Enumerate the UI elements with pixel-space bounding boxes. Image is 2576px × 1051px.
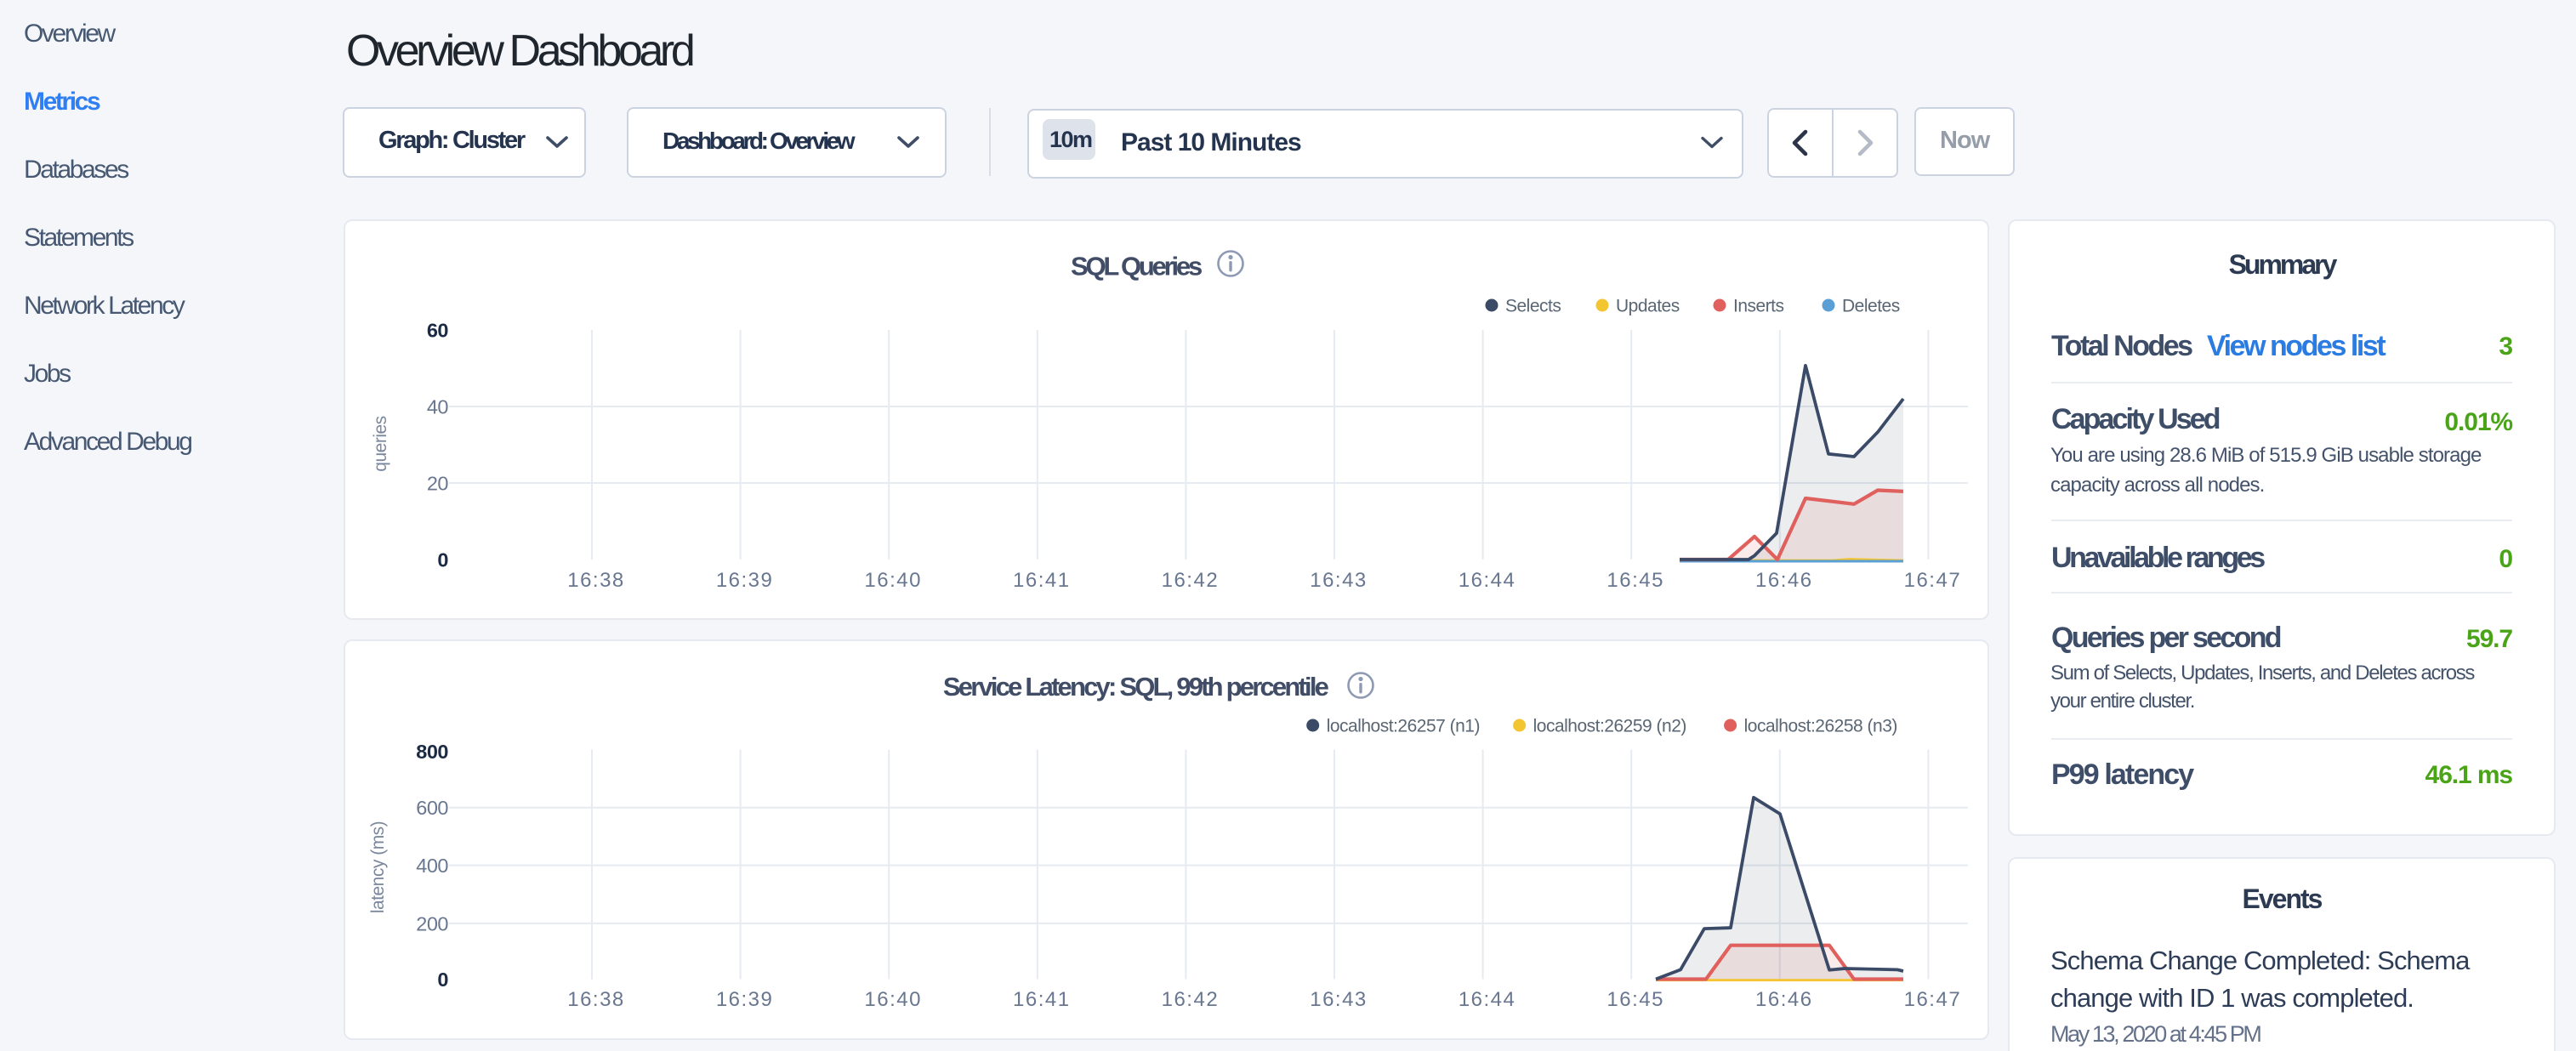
svg-text:Updates: Updates [1616, 297, 1680, 316]
svg-text:16:45: 16:45 [1606, 988, 1664, 1011]
svg-text:Inserts: Inserts [1733, 297, 1784, 316]
svg-text:SQL Queries: SQL Queries [1071, 252, 1202, 281]
svg-text:60: 60 [427, 319, 449, 341]
svg-text:40: 40 [427, 395, 449, 418]
svg-text:16:39: 16:39 [716, 569, 774, 592]
svg-text:16:43: 16:43 [1310, 988, 1368, 1011]
svg-text:16:39: 16:39 [716, 988, 774, 1011]
svg-text:16:41: 16:41 [1013, 569, 1071, 592]
svg-text:200: 200 [416, 912, 448, 935]
svg-text:Selects: Selects [1505, 297, 1561, 316]
svg-text:16:43: 16:43 [1310, 569, 1368, 592]
svg-text:16:44: 16:44 [1459, 569, 1516, 592]
svg-text:Service Latency: SQL, 99th per: Service Latency: SQL, 99th percentile [943, 672, 1329, 702]
svg-text:800: 800 [416, 741, 448, 763]
svg-text:0: 0 [437, 548, 448, 571]
svg-text:16:45: 16:45 [1606, 569, 1664, 592]
svg-text:Deletes: Deletes [1842, 297, 1900, 316]
svg-text:16:46: 16:46 [1755, 988, 1813, 1011]
svg-text:16:40: 16:40 [864, 988, 922, 1011]
svg-text:localhost:26258 (n3): localhost:26258 (n3) [1744, 717, 1897, 736]
svg-text:20: 20 [427, 472, 449, 494]
svg-text:600: 600 [416, 797, 448, 819]
svg-text:16:38: 16:38 [567, 988, 625, 1011]
svg-text:queries: queries [371, 416, 390, 471]
svg-text:16:47: 16:47 [1904, 988, 1962, 1011]
svg-text:400: 400 [416, 855, 448, 877]
svg-text:latency (ms): latency (ms) [368, 821, 388, 913]
svg-text:16:41: 16:41 [1013, 988, 1071, 1011]
svg-text:16:40: 16:40 [864, 569, 922, 592]
svg-text:16:47: 16:47 [1904, 569, 1962, 592]
svg-text:0: 0 [437, 969, 448, 991]
svg-text:16:42: 16:42 [1162, 988, 1220, 1011]
svg-text:16:46: 16:46 [1755, 569, 1813, 592]
svg-text:localhost:26259 (n2): localhost:26259 (n2) [1533, 717, 1686, 736]
svg-text:localhost:26257 (n1): localhost:26257 (n1) [1327, 717, 1480, 736]
svg-text:16:44: 16:44 [1459, 988, 1516, 1011]
svg-text:16:42: 16:42 [1162, 569, 1220, 592]
svg-text:16:38: 16:38 [567, 569, 625, 592]
